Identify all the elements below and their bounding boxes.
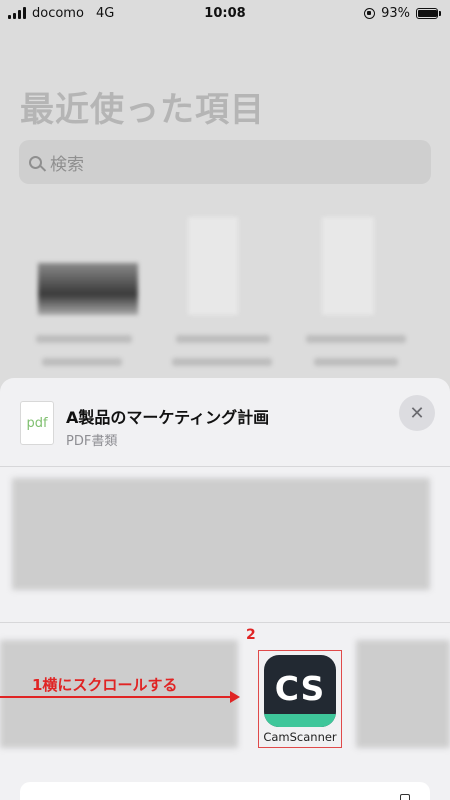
share-apps-row[interactable]: CS CamScanner (0, 640, 450, 750)
airdrop-area (12, 478, 430, 590)
thumbnail-document (188, 217, 238, 315)
battery-fill (418, 9, 437, 17)
search-placeholder: 検索 (50, 154, 84, 175)
camscanner-label: CamScanner (263, 730, 337, 744)
thumbnail-photo (38, 263, 138, 315)
status-left: docomo 4G (8, 6, 114, 21)
camscanner-icon: CS (264, 655, 336, 727)
thumbnail-label (314, 358, 398, 366)
thumbnail-document (322, 217, 374, 315)
status-bar: docomo 4G 10:08 93% (0, 0, 450, 26)
network-label: 4G (95, 5, 115, 21)
thumbnail-label (306, 335, 406, 343)
recents-title: 最近使った項目 (20, 90, 265, 130)
search-bar: 検索 (19, 140, 431, 184)
scroll-arrow (0, 691, 240, 703)
battery-icon (416, 7, 441, 19)
battery-percent: 93% (381, 5, 410, 21)
camscanner-icon-band (264, 714, 336, 727)
thumbnail-label (176, 335, 270, 343)
section-divider (0, 622, 450, 623)
scroll-instruction: 1横にスクロールする (32, 676, 178, 694)
thumbnail-label (42, 358, 122, 366)
thumbnail-label (172, 358, 272, 366)
rotation-lock-icon (364, 7, 376, 19)
close-button[interactable]: ✕ (399, 395, 435, 431)
thumbnail-label (36, 335, 132, 343)
recent-file-thumbnails (0, 195, 450, 385)
share-file-header: pdf A製品のマーケティング計画 PDF書類 (0, 378, 450, 467)
camscanner-logo-text: CS (274, 669, 326, 708)
search-icon (29, 155, 42, 169)
action-list-card[interactable] (20, 782, 430, 800)
share-sheet: pdf A製品のマーケティング計画 PDF書類 CS CamScanner 2 … (0, 378, 450, 800)
signal-icon (8, 7, 26, 19)
status-right: 93% (364, 5, 441, 21)
camscanner-app-button[interactable]: CS CamScanner (258, 650, 342, 748)
copy-icon (400, 794, 410, 800)
app-placeholder (356, 640, 450, 748)
file-title: A製品のマーケティング計画 (66, 408, 270, 427)
step-number-annotation: 2 (246, 627, 256, 643)
pdf-file-icon: pdf (20, 401, 54, 445)
carrier-label: docomo (32, 5, 84, 21)
file-type: PDF書類 (66, 434, 118, 449)
